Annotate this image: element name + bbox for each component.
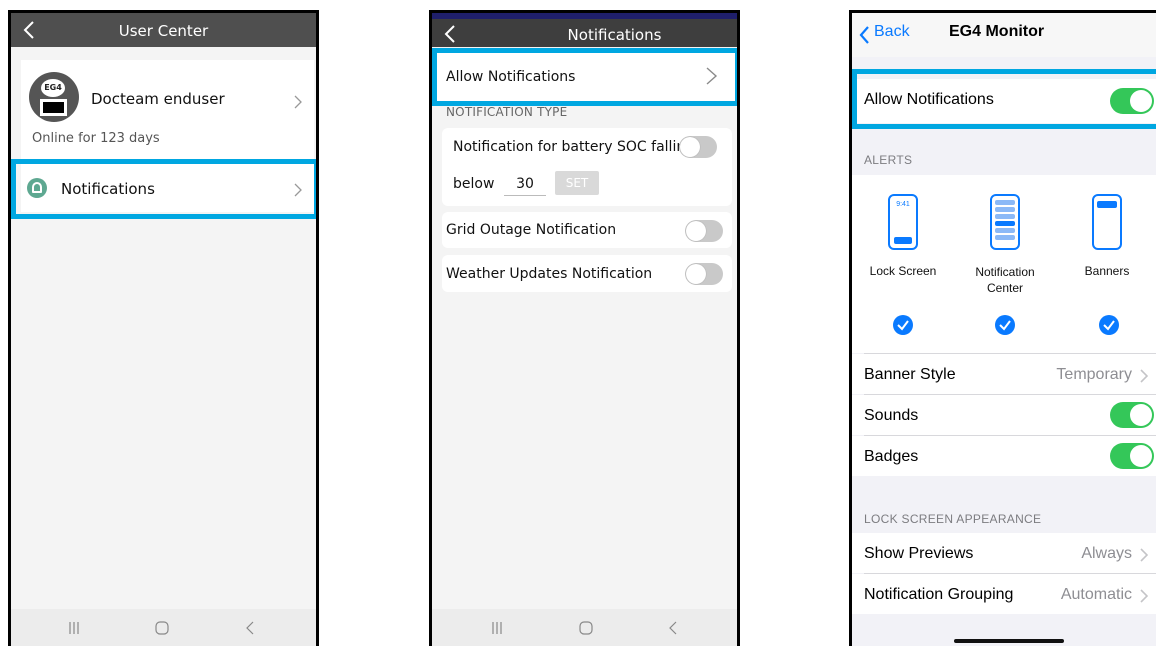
app-header: Notifications: [432, 13, 737, 47]
ios-nav-bar: Back EG4 Monitor: [852, 13, 1156, 57]
sounds-label: Sounds: [864, 407, 919, 424]
notification-center-line1: Notification: [975, 265, 1035, 279]
notifications-screen: Notifications Allow Notifications NOTIFI…: [429, 10, 740, 646]
avatar-logo: EG4: [41, 79, 65, 97]
home-indicator[interactable]: [954, 639, 1064, 643]
chevron-left-icon[interactable]: [858, 25, 870, 45]
chevron-right-icon[interactable]: [1140, 589, 1148, 603]
banners-phone-icon[interactable]: [1092, 194, 1122, 250]
lock-screen-time: 9:41: [896, 201, 910, 208]
avatar: EG4: [29, 72, 79, 122]
banners-label: Banners: [1084, 264, 1130, 278]
soc-notification-label: Notification for battery SOC falling: [453, 139, 685, 155]
user-center-screen: User Center EG4 Docteam enduser Online f…: [8, 10, 319, 646]
chevron-right-icon[interactable]: [1140, 369, 1148, 383]
online-duration: Online for 123 days: [32, 131, 160, 146]
soc-notification-toggle[interactable]: [679, 136, 717, 158]
banner-style-value: Temporary: [1056, 366, 1132, 383]
back-button[interactable]: Back: [874, 23, 910, 41]
notification-center-phone-icon[interactable]: [990, 194, 1020, 250]
lock-screen-label: Lock Screen: [869, 264, 937, 278]
chevron-right-icon[interactable]: [293, 95, 303, 109]
notification-grouping-label: Notification Grouping: [864, 586, 1014, 603]
highlight-box: [432, 48, 737, 106]
badges-toggle[interactable]: [1110, 443, 1154, 469]
banner-style-label: Banner Style: [864, 366, 956, 383]
recent-apps-icon[interactable]: [485, 617, 509, 639]
lock-screen-check-icon[interactable]: [893, 315, 913, 335]
weather-updates-label: Weather Updates Notification: [446, 266, 653, 282]
app-header: User Center: [11, 13, 316, 47]
soc-threshold-input[interactable]: 30: [504, 174, 546, 196]
back-arrow-icon[interactable]: [441, 23, 461, 45]
alerts-section-header: ALERTS: [864, 153, 913, 167]
ios-settings-screen: Back EG4 Monitor Allow Notifications ALE…: [849, 10, 1156, 646]
notification-center-check-icon[interactable]: [995, 315, 1015, 335]
user-name[interactable]: Docteam enduser: [91, 90, 225, 108]
page-title: EG4 Monitor: [949, 23, 1045, 40]
notification-center-line2: Center: [986, 281, 1024, 295]
page-title: User Center: [118, 22, 209, 40]
badges-label: Badges: [864, 448, 919, 465]
highlight-box: [852, 69, 1156, 129]
home-icon[interactable]: [574, 617, 598, 639]
grid-outage-toggle[interactable]: [685, 220, 723, 242]
lock-screen-appearance-header: LOCK SCREEN APPEARANCE: [864, 512, 1042, 526]
back-nav-icon[interactable]: [662, 617, 686, 639]
show-previews-label: Show Previews: [864, 545, 974, 562]
set-button[interactable]: SET: [555, 171, 599, 195]
home-icon[interactable]: [150, 617, 174, 639]
weather-updates-toggle[interactable]: [685, 263, 723, 285]
sounds-toggle[interactable]: [1110, 402, 1154, 428]
back-nav-icon[interactable]: [239, 617, 263, 639]
android-nav-bar: [11, 609, 316, 646]
avatar-device-icon: [40, 99, 67, 116]
banners-check-icon[interactable]: [1099, 315, 1119, 335]
below-label: below: [453, 176, 495, 192]
highlight-box: [11, 159, 316, 219]
page-title: Notifications: [567, 26, 662, 44]
recent-apps-icon[interactable]: [62, 617, 86, 639]
show-previews-value: Always: [1081, 545, 1132, 562]
notification-grouping-value: Automatic: [1060, 586, 1132, 603]
section-header: NOTIFICATION TYPE: [446, 105, 568, 119]
notification-center-label: Notification Center: [960, 264, 1050, 296]
android-nav-bar: [432, 609, 737, 646]
chevron-right-icon[interactable]: [1140, 548, 1148, 562]
grid-outage-label: Grid Outage Notification: [446, 222, 617, 238]
